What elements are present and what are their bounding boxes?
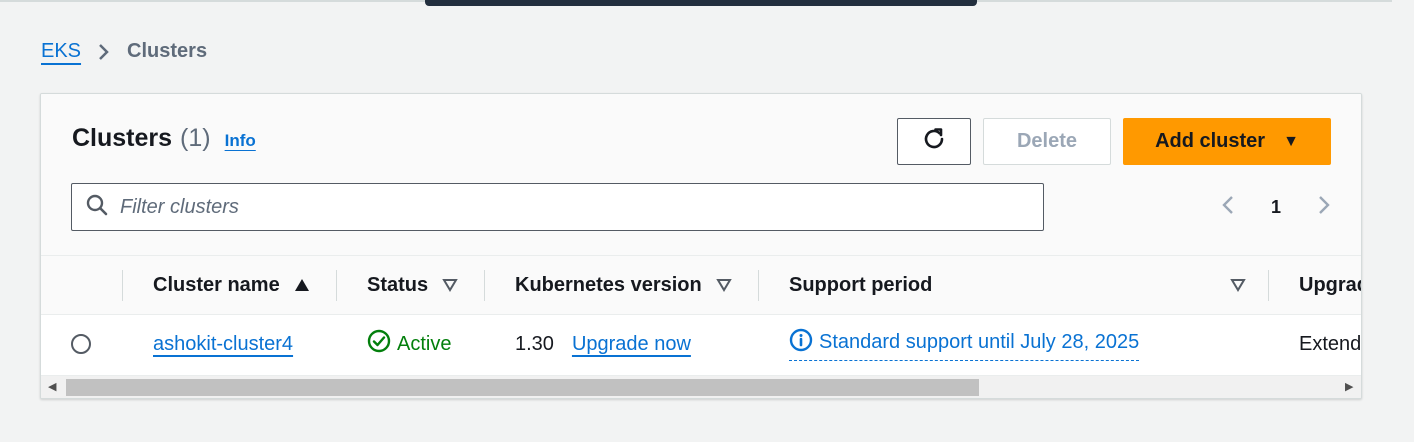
column-label: Kubernetes version bbox=[515, 273, 702, 296]
search-icon bbox=[86, 194, 108, 221]
title-text: Clusters bbox=[72, 124, 173, 152]
filter-clusters-field[interactable] bbox=[71, 183, 1044, 231]
status-text: Active bbox=[397, 332, 452, 355]
filter-clusters-input[interactable] bbox=[120, 195, 1020, 219]
current-page[interactable]: 1 bbox=[1271, 197, 1281, 218]
clusters-panel: Clusters (1) Info Delete Add cluster ▼ 1 bbox=[40, 93, 1362, 399]
upgrade-policy-cell: Extended bbox=[1299, 315, 1362, 373]
scroll-right-icon[interactable]: ▶ bbox=[1345, 380, 1353, 393]
scrollbar-thumb[interactable] bbox=[66, 379, 979, 396]
caret-down-icon: ▼ bbox=[1283, 132, 1299, 150]
sort-icon[interactable] bbox=[1230, 256, 1246, 314]
add-cluster-button[interactable]: Add cluster ▼ bbox=[1123, 118, 1331, 165]
refresh-button[interactable] bbox=[897, 118, 971, 165]
cluster-name-cell: ashokit-cluster4 bbox=[153, 315, 293, 373]
column-label: Cluster name bbox=[153, 273, 280, 296]
version-cell: 1.30 Upgrade now bbox=[515, 315, 691, 373]
chevron-right-icon bbox=[97, 43, 111, 61]
check-circle-icon bbox=[367, 329, 397, 359]
page-title: Clusters (1) Info bbox=[72, 124, 256, 153]
sort-icon bbox=[715, 278, 732, 292]
breadcrumb: EKS Clusters bbox=[41, 40, 207, 63]
next-page-icon[interactable] bbox=[1317, 194, 1331, 221]
column-support-period[interactable]: Support period bbox=[789, 256, 932, 314]
cluster-name-link[interactable]: ashokit-cluster4 bbox=[153, 333, 293, 356]
column-divider bbox=[122, 270, 123, 301]
column-upgrade[interactable]: Upgrade bbox=[1299, 256, 1361, 314]
column-divider bbox=[484, 270, 485, 301]
radio-button[interactable] bbox=[71, 334, 91, 354]
row-select-radio[interactable] bbox=[71, 315, 91, 373]
table-header: Cluster name Status Kubernetes version S… bbox=[41, 255, 1361, 315]
add-cluster-label: Add cluster bbox=[1155, 130, 1266, 152]
horizontal-scrollbar[interactable]: ◀ ▶ bbox=[41, 375, 1361, 398]
column-label: Support period bbox=[789, 273, 933, 296]
column-status[interactable]: Status bbox=[367, 256, 458, 314]
info-link[interactable]: Info bbox=[225, 131, 256, 151]
pagination: 1 bbox=[1221, 194, 1331, 220]
column-divider bbox=[758, 270, 759, 301]
support-period-popover[interactable]: Standard support until July 28, 2025 bbox=[789, 328, 1140, 361]
top-navigation-bar bbox=[425, 0, 977, 6]
column-label: Status bbox=[367, 273, 429, 296]
column-divider bbox=[1268, 270, 1269, 301]
upgrade-now-link[interactable]: Upgrade now bbox=[572, 333, 691, 356]
column-cluster-name[interactable]: Cluster name bbox=[153, 256, 310, 314]
column-label: Upgrade bbox=[1299, 273, 1361, 296]
refresh-icon bbox=[921, 126, 947, 158]
status-badge: Active bbox=[367, 329, 451, 359]
support-period-cell: Standard support until July 28, 2025 bbox=[789, 315, 1140, 373]
sort-ascending-icon bbox=[294, 278, 310, 292]
support-period-text: Standard support until July 28, 2025 bbox=[819, 331, 1140, 353]
table-row: ashokit-cluster4 Active 1.30 Upgrade now bbox=[41, 315, 1362, 373]
sort-icon bbox=[442, 278, 458, 292]
breadcrumb-current: Clusters bbox=[127, 40, 208, 62]
status-cell: Active bbox=[367, 315, 451, 373]
column-divider bbox=[336, 270, 337, 301]
upgrade-policy-value: Extended bbox=[1299, 332, 1362, 355]
info-circle-icon bbox=[789, 328, 819, 358]
cluster-count: (1) bbox=[180, 124, 211, 152]
breadcrumb-eks-link[interactable]: EKS bbox=[41, 40, 81, 63]
column-kubernetes-version[interactable]: Kubernetes version bbox=[515, 256, 732, 314]
delete-button[interactable]: Delete bbox=[983, 118, 1111, 165]
previous-page-icon[interactable] bbox=[1221, 194, 1235, 221]
version-value: 1.30 bbox=[515, 332, 554, 355]
scroll-left-icon[interactable]: ◀ bbox=[48, 380, 56, 393]
